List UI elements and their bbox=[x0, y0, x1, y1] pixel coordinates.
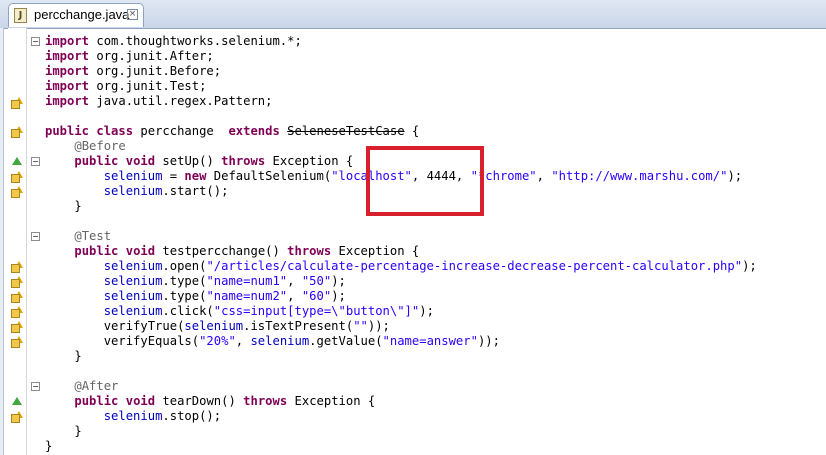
warning-icon[interactable] bbox=[11, 291, 24, 303]
code-line: verifyEquals("20%", selenium.getValue("n… bbox=[45, 334, 500, 348]
code-line: selenium.open("/articles/calculate-perce… bbox=[103, 259, 757, 273]
warning-icon[interactable] bbox=[11, 97, 24, 109]
code-line: public void setUp() throws Exception { bbox=[74, 154, 354, 168]
code-line: } bbox=[45, 424, 82, 438]
code-line: import org.junit.Before; bbox=[45, 64, 222, 78]
code-line: import java.util.regex.Pattern; bbox=[45, 94, 273, 108]
warning-icon[interactable] bbox=[11, 261, 24, 273]
override-marker-icon[interactable] bbox=[12, 397, 22, 405]
code-line: } bbox=[45, 349, 82, 363]
tab-percchange-java[interactable]: J percchange.java × bbox=[8, 3, 144, 27]
code-line: @Before bbox=[74, 139, 126, 153]
code-line: public void tearDown() throws Exception … bbox=[74, 394, 376, 408]
warning-icon[interactable] bbox=[11, 306, 24, 318]
editor-left-border bbox=[0, 28, 4, 455]
warning-icon[interactable] bbox=[11, 171, 24, 183]
tab-label: percchange.java bbox=[34, 7, 130, 22]
editor-tab-bar: J percchange.java × bbox=[0, 0, 826, 29]
fold-toggle-icon[interactable]: − bbox=[31, 382, 40, 391]
code-line: import org.junit.After; bbox=[45, 49, 214, 63]
warning-icon[interactable] bbox=[11, 321, 24, 333]
code-line: selenium.stop(); bbox=[103, 409, 222, 423]
highlight-annotation-box bbox=[366, 146, 484, 216]
code-line: selenium.start(); bbox=[103, 184, 229, 198]
warning-icon[interactable] bbox=[11, 276, 24, 288]
fold-toggle-icon[interactable]: − bbox=[31, 37, 40, 46]
java-file-icon: J bbox=[14, 8, 27, 23]
annotation-ruler bbox=[8, 28, 26, 455]
code-line: selenium.click("css=input[type=\"button\… bbox=[103, 304, 434, 318]
code-line: @After bbox=[74, 379, 119, 393]
code-line: selenium.type("name=num2", "60"); bbox=[103, 289, 346, 303]
code-line: @Test bbox=[74, 229, 112, 243]
code-line: } bbox=[45, 199, 82, 213]
override-marker-icon[interactable] bbox=[12, 157, 22, 165]
warning-icon[interactable] bbox=[11, 186, 24, 198]
code-line: } bbox=[45, 439, 53, 453]
warning-icon[interactable] bbox=[11, 411, 24, 423]
ruler-divider bbox=[26, 28, 27, 455]
code-line: verifyTrue(selenium.isTextPresent("")); bbox=[45, 319, 390, 333]
warning-icon[interactable] bbox=[11, 336, 24, 348]
warning-icon[interactable] bbox=[11, 126, 24, 138]
code-line: import org.junit.Test; bbox=[45, 79, 207, 93]
code-line: selenium.type("name=num1", "50"); bbox=[103, 274, 346, 288]
fold-toggle-icon[interactable]: − bbox=[31, 157, 40, 166]
code-line: public class percchange extends Selenese… bbox=[45, 124, 420, 138]
close-icon[interactable]: × bbox=[127, 9, 138, 20]
code-line: import com.thoughtworks.selenium.*; bbox=[45, 34, 302, 48]
fold-toggle-icon[interactable]: − bbox=[31, 232, 40, 241]
code-line: public void testpercchange() throws Exce… bbox=[74, 244, 420, 258]
